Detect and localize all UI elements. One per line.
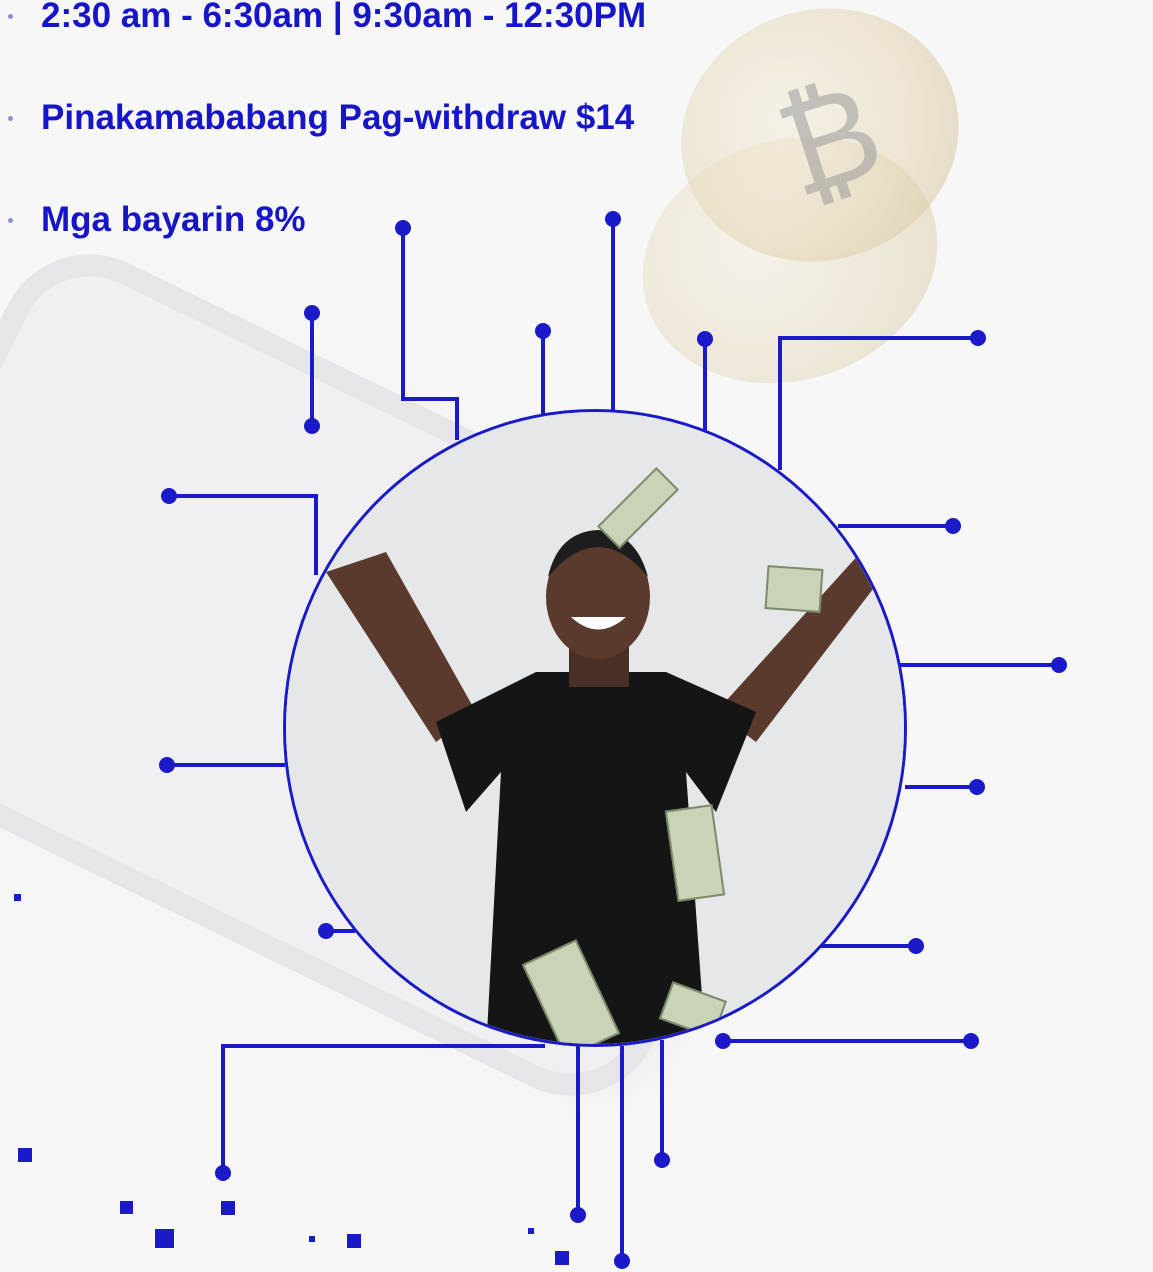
person-illustration (286, 412, 904, 1044)
money-bill-image (764, 565, 824, 613)
celebration-photo (283, 409, 907, 1047)
